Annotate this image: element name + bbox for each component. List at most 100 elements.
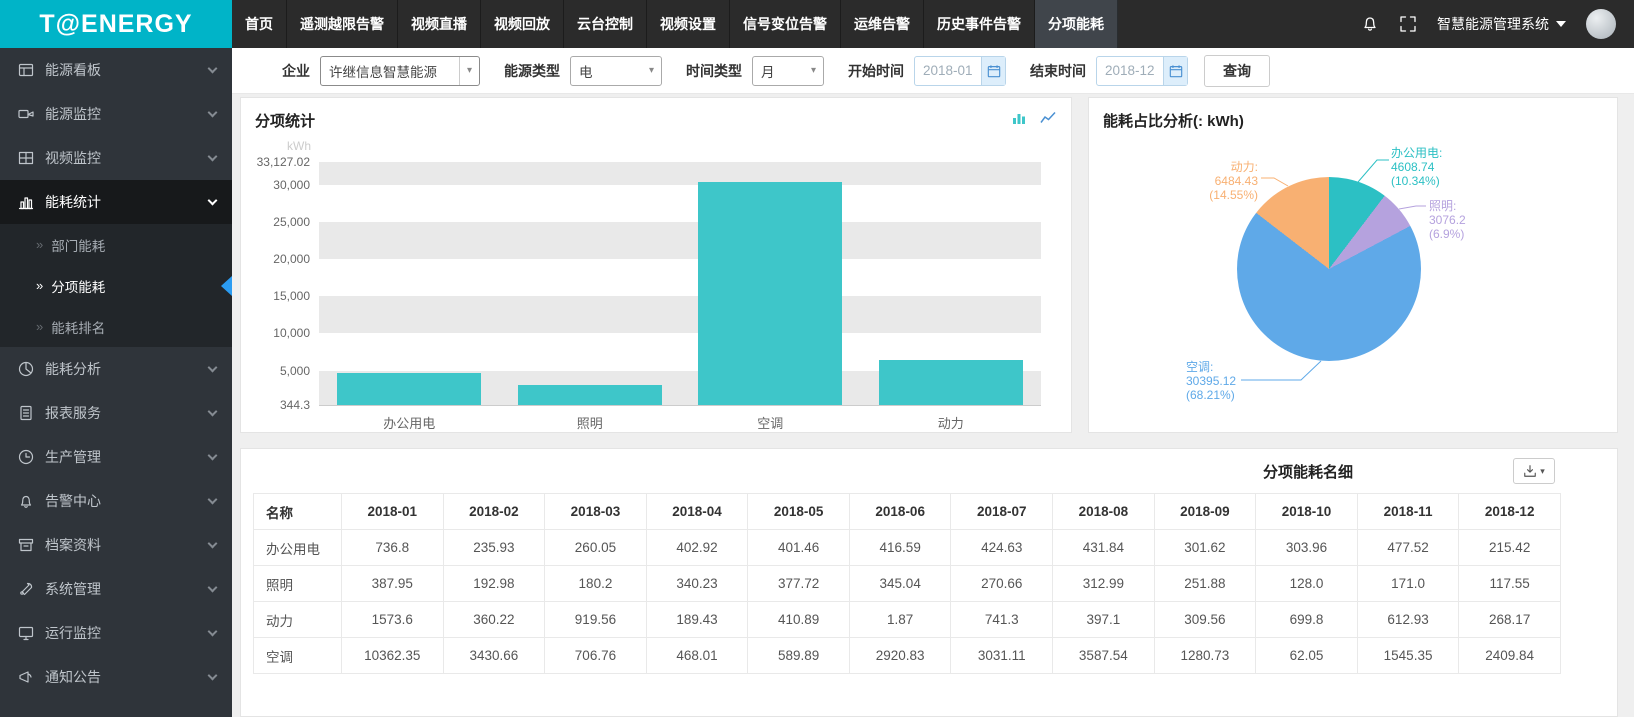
grid-band	[319, 296, 1041, 333]
main-content: 分项统计 kWh 33,127.0230,00025,00020,00015,0…	[232, 94, 1634, 717]
pie-chart	[1237, 177, 1421, 361]
time-type-value: 月	[761, 61, 775, 81]
y-axis-tick: 25,000	[273, 215, 310, 229]
nav-item[interactable]: 遥测越限告警	[287, 0, 398, 48]
value-cell: 1.87	[849, 602, 951, 638]
value-cell: 235.93	[443, 530, 545, 566]
sidebar-item[interactable]: 告警中心	[0, 479, 232, 523]
pie-chart-card: 能耗占比分析(: kWh) 办公用电:4608.74(10.34%)照明:307…	[1088, 97, 1618, 433]
avatar[interactable]	[1586, 9, 1616, 39]
y-axis-tick: 5,000	[280, 364, 310, 378]
system-dropdown[interactable]: 智慧能源管理系统	[1437, 14, 1566, 34]
end-time-label: 结束时间	[1030, 61, 1086, 81]
column-header: 2018-10	[1256, 494, 1358, 530]
grid-band	[319, 162, 1041, 185]
value-cell: 360.22	[443, 602, 545, 638]
nav-item[interactable]: 视频设置	[647, 0, 730, 48]
column-header: 2018-08	[1053, 494, 1155, 530]
value-cell: 416.59	[849, 530, 951, 566]
nav-item[interactable]: 视频回放	[481, 0, 564, 48]
start-time-label: 开始时间	[848, 61, 904, 81]
sidebar-item[interactable]: 能耗分析	[0, 347, 232, 391]
sidebar-subitem[interactable]: »分项能耗	[0, 265, 232, 306]
energy-type-select[interactable]: 电 ▾	[570, 56, 662, 86]
bar-chart-toggle-icon[interactable]	[1008, 108, 1030, 128]
column-header: 2018-06	[849, 494, 951, 530]
app-logo: T@ENERGY	[0, 0, 232, 48]
value-cell: 215.42	[1459, 530, 1561, 566]
sidebar-item[interactable]: 通知公告	[0, 655, 232, 699]
time-type-select[interactable]: 月 ▾	[752, 56, 824, 86]
start-date-value: 2018-01	[923, 63, 973, 78]
bar-chart-title: 分项统计	[241, 98, 1071, 131]
table-title: 分项能耗名细	[1263, 461, 1353, 482]
bar-chart-card: 分项统计 kWh 33,127.0230,00025,00020,00015,0…	[240, 97, 1072, 433]
value-cell: 270.66	[951, 566, 1053, 602]
value-cell: 268.17	[1459, 602, 1561, 638]
sidebar-item[interactable]: 档案资料	[0, 523, 232, 567]
x-axis-label: 办公用电	[319, 413, 500, 432]
y-axis-tick: 344.3	[280, 398, 310, 412]
sidebar-subitem[interactable]: »能耗排名	[0, 306, 232, 347]
chevron-down-icon	[208, 407, 218, 417]
table-header-row: 名称2018-012018-022018-032018-042018-05201…	[254, 494, 1561, 530]
fullscreen-icon[interactable]	[1399, 15, 1417, 33]
chevron-down-icon	[208, 363, 218, 373]
nav-item[interactable]: 视频直播	[398, 0, 481, 48]
start-date-input[interactable]: 2018-01	[914, 56, 1006, 86]
chevron-down-icon	[208, 539, 218, 549]
query-button[interactable]: 查询	[1204, 55, 1270, 87]
column-header: 2018-05	[748, 494, 850, 530]
sidebar-item-label: 系统管理	[45, 579, 101, 599]
value-cell: 387.95	[342, 566, 444, 602]
sidebar-item[interactable]: 能源看板	[0, 48, 232, 92]
chevron-down-icon	[208, 583, 218, 593]
end-time-filter: 结束时间 2018-12	[1030, 56, 1188, 86]
nav-item[interactable]: 运维告警	[841, 0, 924, 48]
sidebar-item[interactable]: 视频监控	[0, 136, 232, 180]
end-date-input[interactable]: 2018-12	[1096, 56, 1188, 86]
table-row: 办公用电736.8235.93260.05402.92401.46416.594…	[254, 530, 1561, 566]
sidebar-item-label: 运行监控	[45, 623, 101, 643]
arrow-marker: »	[36, 319, 43, 334]
chevron-down-icon	[208, 671, 218, 681]
nav-item[interactable]: 信号变位告警	[730, 0, 841, 48]
nav-item[interactable]: 历史事件告警	[924, 0, 1035, 48]
column-header: 2018-11	[1357, 494, 1459, 530]
sidebar-subitem-label: 部门能耗	[51, 235, 105, 255]
value-cell: 251.88	[1154, 566, 1256, 602]
value-cell: 303.96	[1256, 530, 1358, 566]
sidebar-item[interactable]: 能源监控	[0, 92, 232, 136]
bell-icon[interactable]	[1361, 15, 1379, 33]
energy-type-filter: 能源类型 电 ▾	[504, 56, 662, 86]
value-cell: 3031.11	[951, 638, 1053, 674]
nav-item[interactable]: 分项能耗	[1035, 0, 1118, 48]
value-cell: 117.55	[1459, 566, 1561, 602]
export-button[interactable]: ▾	[1513, 458, 1555, 484]
value-cell: 401.46	[748, 530, 850, 566]
bar	[879, 360, 1023, 406]
sidebar-item[interactable]: 生产管理	[0, 435, 232, 479]
kanban-icon	[18, 62, 34, 78]
nav-item[interactable]: 首页	[232, 0, 287, 48]
pie-area: 办公用电:4608.74(10.34%)照明:3076.2(6.9%)空调:30…	[1089, 98, 1617, 432]
sidebar-item[interactable]: 能耗统计	[0, 180, 232, 224]
active-indicator-arrow	[221, 276, 232, 296]
sidebar-item[interactable]: 报表服务	[0, 391, 232, 435]
sidebar-subitem[interactable]: »部门能耗	[0, 224, 232, 265]
chevron-down-icon	[208, 152, 218, 162]
value-cell: 128.0	[1256, 566, 1358, 602]
line-chart-toggle-icon[interactable]	[1037, 108, 1059, 128]
value-cell: 612.93	[1357, 602, 1459, 638]
pie-label: 办公用电:4608.74(10.34%)	[1391, 146, 1442, 188]
enterprise-select[interactable]: 许继信息智慧能源 ▾	[320, 56, 480, 86]
sidebar-item[interactable]: 运行监控	[0, 611, 232, 655]
value-cell: 397.1	[1053, 602, 1155, 638]
chevron-down-icon: ▾	[1540, 466, 1545, 477]
sidebar-item[interactable]: 系统管理	[0, 567, 232, 611]
nav-item[interactable]: 云台控制	[564, 0, 647, 48]
bar	[337, 373, 481, 405]
calendar-icon	[981, 57, 1005, 85]
sidebar-item-label: 能耗统计	[45, 192, 101, 212]
column-header: 2018-04	[646, 494, 748, 530]
